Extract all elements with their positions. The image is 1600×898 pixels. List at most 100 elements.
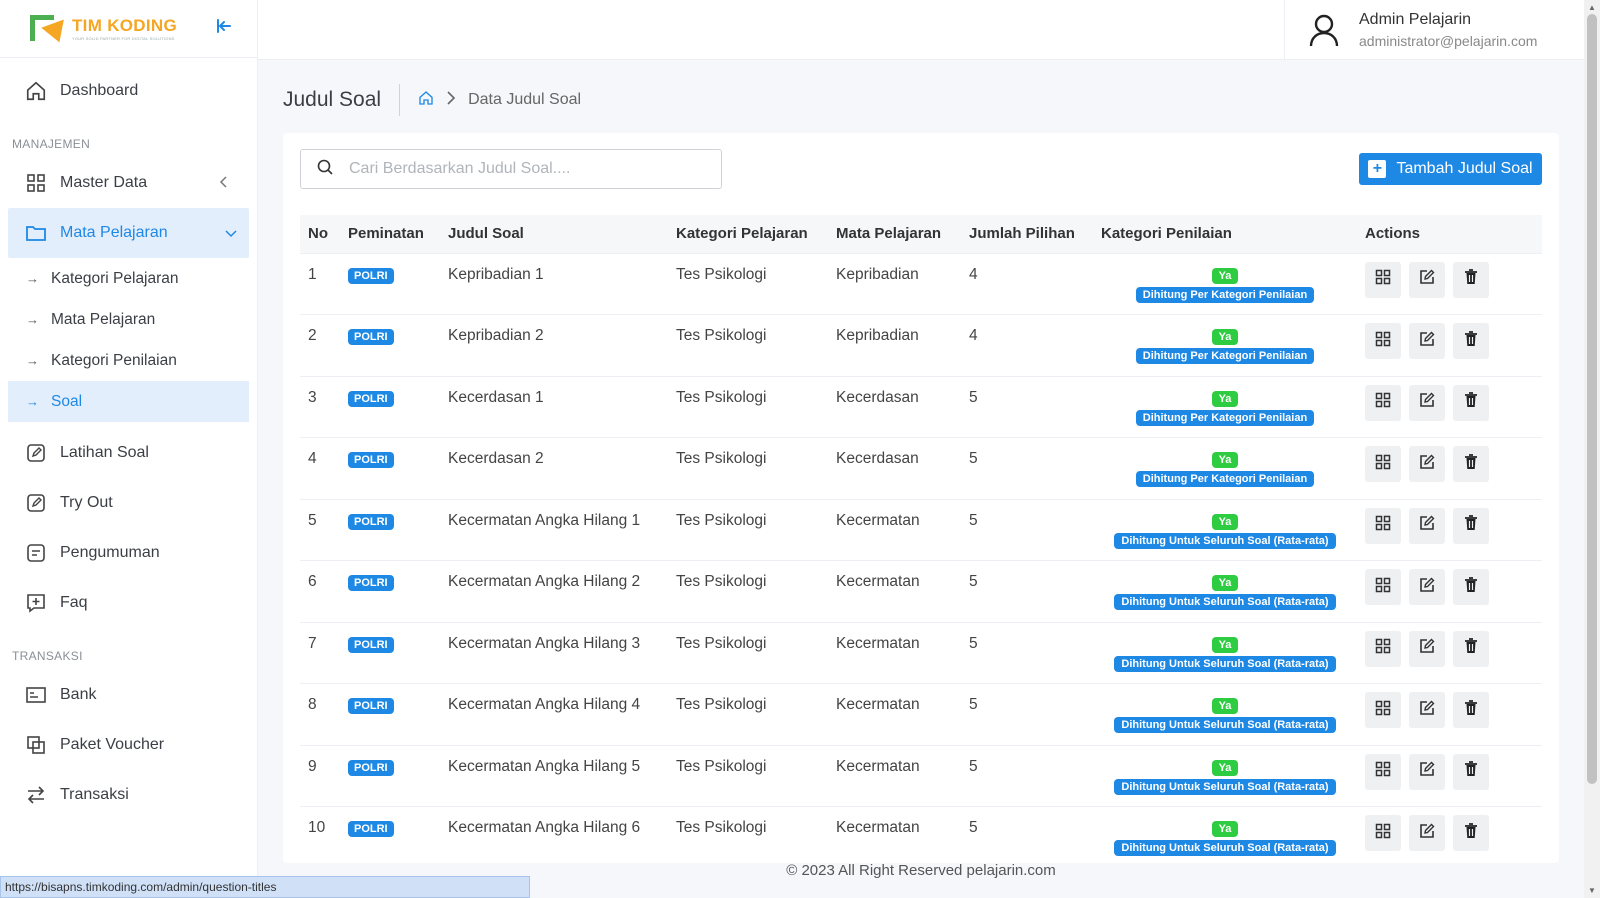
delete-button[interactable] (1453, 569, 1489, 605)
sidebar-item-transaksi[interactable]: Transaksi (0, 770, 257, 820)
cell-actions (1357, 684, 1542, 746)
cell-kategori-pelajaran: Tes Psikologi (676, 450, 767, 467)
chevron-right-icon (446, 90, 456, 110)
cell-judul: Kecerdasan 2 (448, 450, 544, 467)
cell-judul: Kecermatan Angka Hilang 6 (448, 819, 641, 836)
user-email: administrator@pelajarin.com (1359, 33, 1538, 49)
penilaian-badge: Dihitung Untuk Seluruh Soal (Rata-rata) (1114, 594, 1336, 610)
ya-badge: Ya (1211, 329, 1239, 345)
sidebar-item-bank[interactable]: Bank (0, 670, 257, 720)
sidebar-item-mata-pelajaran[interactable]: Mata Pelajaran (8, 208, 249, 258)
delete-button[interactable] (1453, 446, 1489, 482)
delete-button[interactable] (1453, 815, 1489, 851)
edit-icon (1419, 700, 1435, 721)
collapse-sidebar-icon[interactable] (215, 17, 233, 40)
edit-button[interactable] (1409, 569, 1445, 605)
edit-icon (1419, 269, 1435, 290)
delete-button[interactable] (1453, 630, 1489, 667)
detail-button[interactable] (1365, 323, 1401, 359)
scroll-down-icon[interactable]: ▼ (1588, 886, 1596, 895)
peminatan-badge: POLRI (348, 267, 394, 284)
page-header: Judul Soal Data Judul Soal (283, 82, 581, 118)
scroll-up-icon[interactable]: ▲ (1588, 3, 1596, 12)
detail-button[interactable] (1365, 692, 1401, 728)
peminatan-badge: POLRI (348, 329, 394, 345)
sidebar-item-try-out[interactable]: Try Out (0, 478, 257, 528)
cell-peminatan: POLRI (340, 499, 440, 561)
cell-judul: Kecermatan Angka Hilang 1 (448, 511, 641, 529)
sidebar-item-label: Master Data (60, 174, 148, 191)
delete-button[interactable] (1453, 323, 1489, 359)
sidebar-item-latihan-soal[interactable]: Latihan Soal (0, 428, 257, 478)
ya-badge: Ya (1211, 698, 1239, 714)
detail-button[interactable] (1365, 384, 1401, 421)
cell-actions (1357, 253, 1542, 315)
sidebar-item-faq[interactable]: Faq (0, 578, 257, 628)
penilaian-badge: Dihitung Untuk Seluruh Soal (Rata-rata) (1114, 778, 1336, 795)
peminatan-badge: POLRI (348, 698, 394, 714)
edit-button[interactable] (1409, 446, 1445, 482)
edit-button[interactable] (1409, 692, 1445, 728)
sidebar-item-pengumuman[interactable]: Pengumuman (0, 528, 257, 578)
sidebar-item-paket-voucher[interactable]: Paket Voucher (0, 720, 257, 770)
sidebar-subitem-mata-pelajaran[interactable]: → Mata Pelajaran (8, 299, 249, 340)
detail-button[interactable] (1365, 630, 1401, 667)
cell-peminatan: POLRI (340, 561, 440, 623)
sidebar-subitem-kategori-pelajaran[interactable]: → Kategori Pelajaran (8, 258, 249, 299)
add-judul-soal-button[interactable]: + Tambah Judul Soal (1359, 153, 1542, 185)
detail-button[interactable] (1365, 446, 1401, 482)
search-input[interactable] (349, 160, 709, 178)
delete-button[interactable] (1453, 753, 1489, 790)
column-header: Peminatan (348, 225, 424, 243)
detail-button[interactable] (1365, 507, 1401, 544)
peminatan-badge: POLRI (348, 513, 394, 530)
edit-button[interactable] (1409, 753, 1445, 790)
breadcrumb: Data Judul Soal (418, 90, 581, 111)
sidebar-item-dashboard[interactable]: Dashboard (0, 66, 257, 116)
scrollbar-thumb[interactable] (1587, 14, 1597, 784)
detail-button[interactable] (1365, 569, 1401, 605)
edit-button[interactable] (1409, 323, 1445, 359)
delete-button[interactable] (1453, 384, 1489, 421)
user-menu[interactable]: Admin Pelajarin administrator@pelajarin.… (1284, 0, 1584, 60)
home-icon[interactable] (418, 90, 434, 111)
detail-button[interactable] (1365, 815, 1401, 851)
sidebar-item-label: Mata Pelajaran (60, 224, 168, 241)
trash-icon (1464, 638, 1478, 659)
grid-icon (1375, 515, 1391, 536)
cell-mata-pelajaran: Kecermatan (836, 511, 920, 529)
detail-button[interactable] (1365, 753, 1401, 790)
edit-button[interactable] (1409, 815, 1445, 851)
sidebar-subitem-soal[interactable]: → Soal (8, 381, 249, 422)
edit-button[interactable] (1409, 630, 1445, 667)
peminatan-badge: POLRI (348, 390, 394, 407)
table-row: 4 POLRI Kecerdasan 2 Tes Psikologi Kecerdasa… (300, 437, 1542, 500)
sidebar-item-master-data[interactable]: Master Data (0, 158, 257, 208)
table-row: 2 POLRI Kepribadian 2 Tes Psikologi Kepribad… (300, 314, 1542, 377)
cell-mata-pelajaran: Kepribadian (836, 327, 919, 344)
cell-jumlah-pilihan: 5 (969, 450, 978, 467)
sidebar-subitem-kategori-penilaian[interactable]: → Kategori Penilaian (8, 340, 249, 381)
delete-button[interactable] (1453, 507, 1489, 544)
logo[interactable]: TIM KODING YOUR SOLID PARTNER FOR DIGITA… (30, 13, 177, 47)
edit-button[interactable] (1409, 261, 1445, 298)
cell-mata-pelajaran: Kecerdasan (836, 388, 919, 406)
penilaian-badge: Dihitung Per Kategori Penilaian (1135, 471, 1315, 487)
ya-badge: Ya (1211, 636, 1239, 653)
judul-soal-table: No Peminatan Judul Soal Kategori Pelajar… (300, 215, 1542, 863)
detail-button[interactable] (1365, 261, 1401, 298)
column-header: Kategori Pelajaran (676, 225, 808, 243)
cell-kategori-penilaian: Ya Dihitung Per Kategori Penilaian (1093, 253, 1357, 315)
page-scrollbar[interactable]: ▲ ▼ (1584, 0, 1600, 898)
edit-square-icon (24, 441, 48, 465)
delete-button[interactable] (1453, 692, 1489, 728)
cell-kategori-penilaian: Ya Dihitung Per Kategori Penilaian (1093, 315, 1357, 377)
delete-button[interactable] (1453, 261, 1489, 298)
edit-button[interactable] (1409, 384, 1445, 421)
cell-kategori-penilaian: Ya Dihitung Untuk Seluruh Soal (Rata-rata… (1093, 499, 1357, 561)
cell-mata-pelajaran: Kecermatan (836, 634, 920, 652)
ya-badge: Ya (1211, 821, 1239, 837)
cell-actions (1357, 561, 1542, 623)
edit-button[interactable] (1409, 507, 1445, 544)
brand-header: TIM KODING YOUR SOLID PARTNER FOR DIGITA… (0, 0, 257, 58)
